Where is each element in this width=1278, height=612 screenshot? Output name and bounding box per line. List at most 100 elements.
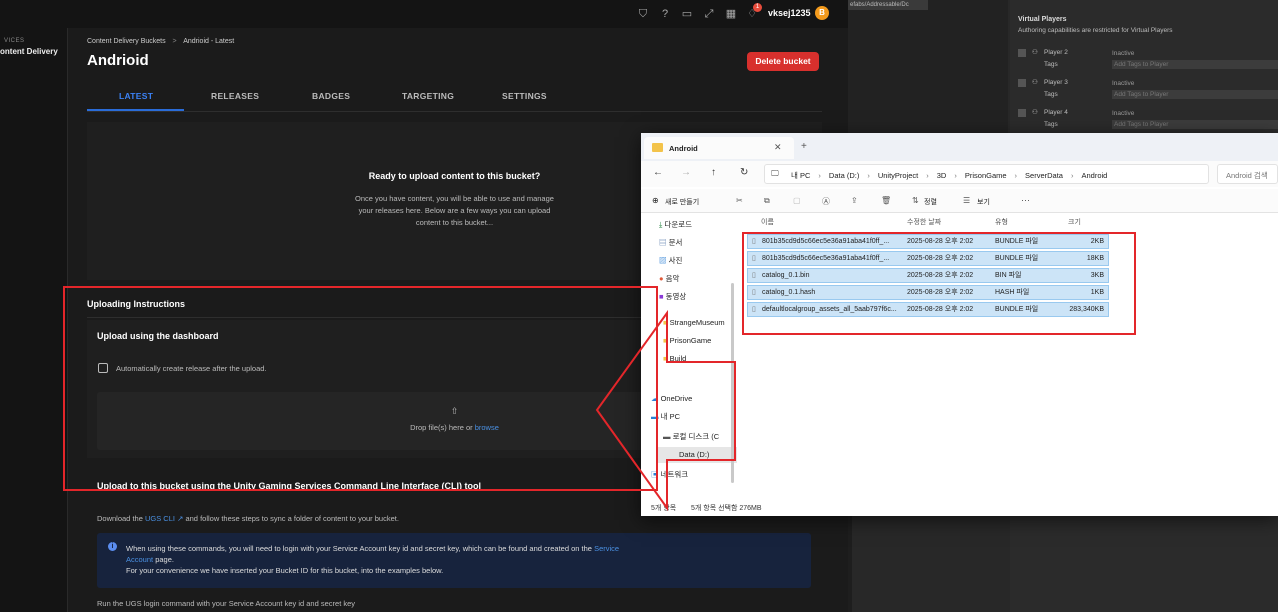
help-icon[interactable]: ? — [658, 7, 672, 21]
crumb[interactable]: ServerData — [1025, 171, 1063, 180]
file-name: catalog_0.1.hash — [762, 289, 816, 296]
breadcrumb-root[interactable]: Content Delivery Buckets — [87, 38, 166, 45]
nav-item-this-pc[interactable]: ▬ 내 PC — [651, 409, 680, 425]
service-account-link[interactable]: Service — [594, 544, 619, 553]
close-tab-icon[interactable]: ✕ — [774, 142, 782, 153]
nav-item-local-disk[interactable]: ▬ 로컬 디스크 (C — [663, 429, 737, 445]
delete-icon[interactable]: 🗑 — [881, 196, 891, 205]
column-type[interactable]: 유형 — [995, 217, 1008, 227]
player-checkbox[interactable] — [1018, 109, 1026, 117]
info-line2: For your convenience we have inserted yo… — [126, 566, 444, 575]
file-name: 801b35cd9d5c66ec5e36a91aba41f0ff_... — [762, 255, 890, 262]
nav-item-downloads[interactable]: ⤓ 다운로드 — [659, 217, 692, 233]
cut-icon[interactable]: ✂ — [736, 196, 743, 205]
info-text: When using these commands, you will need… — [126, 543, 806, 576]
nav-item-videos[interactable]: ■ 동영상 — [659, 289, 686, 305]
refresh-icon[interactable]: ↻ — [740, 167, 748, 178]
tab-settings[interactable]: SETTINGS — [502, 91, 547, 101]
nav-item-music[interactable]: ● 음악 — [659, 271, 679, 287]
docs-icon[interactable]: ▭ — [680, 7, 694, 21]
file-row[interactable]: ▯ 801b35cd9d5c66ec5e36a91aba41f0ff_... 2… — [747, 234, 1109, 249]
nav-item-build[interactable]: ■ Build — [663, 351, 686, 367]
address-input[interactable]: 🖵 내 PC › Data (D:) › UnityProject › 3D › PrisonG… — [764, 164, 1209, 184]
auto-release-checkbox[interactable] — [98, 363, 108, 373]
explorer-tab[interactable]: Android ✕ — [644, 137, 794, 159]
up-icon[interactable]: ↑ — [711, 167, 716, 178]
file-row[interactable]: ▯ catalog_0.1.bin 2025-08-28 오후 2:02 BIN… — [747, 268, 1109, 283]
cli-title: Upload to this bucket using the Unity Ga… — [97, 481, 482, 491]
browse-link[interactable]: browse — [475, 423, 499, 432]
crumb[interactable]: 내 PC — [791, 171, 810, 180]
search-input[interactable]: Android 검색 — [1217, 164, 1278, 184]
new-button[interactable]: 새로 만들기 — [665, 197, 699, 207]
column-size[interactable]: 크기 — [1068, 217, 1081, 227]
vp-title: Virtual Players — [1018, 16, 1067, 23]
forward-icon[interactable]: → — [681, 167, 691, 178]
ugs-cli-link[interactable]: UGS CLI — [145, 514, 175, 523]
crumb[interactable]: Data (D:) — [829, 171, 859, 180]
player-tags-label: Tags — [1044, 91, 1058, 98]
crumb[interactable]: Android — [1081, 171, 1107, 180]
crumb[interactable]: 3D — [937, 171, 947, 180]
breadcrumb-current: Andrioid - Latest — [183, 38, 235, 45]
asset-path: efabs/Addressable/Dc — [848, 0, 928, 10]
sidebar-section-label: VICES — [4, 38, 25, 44]
new-icon[interactable]: ⊕ — [652, 196, 659, 205]
file-type: BIN 파일 — [995, 272, 1022, 279]
expand-icon[interactable]: ⤢ — [702, 7, 716, 21]
virtual-players-panel: Virtual Players Authoring capabilities a… — [1010, 0, 1278, 133]
sort-button[interactable]: 정렬 — [924, 197, 937, 207]
file-name: defaultlocalgroup_assets_all_5aab797f6c.… — [762, 306, 897, 313]
file-size: 2KB — [1090, 238, 1104, 245]
more-icon[interactable]: ⋯ — [1021, 195, 1030, 206]
copy-icon[interactable]: ⧉ — [764, 196, 770, 206]
shield-icon[interactable]: ⛉ — [636, 7, 650, 21]
address-path: 내 PC › Data (D:) › UnityProject › 3D › PrisonGam… — [791, 171, 1108, 180]
file-row[interactable]: ▯ 801b35cd9d5c66ec5e36a91aba41f0ff_... 2… — [747, 251, 1109, 266]
file-row[interactable]: ▯ catalog_0.1.hash 2025-08-28 오후 2:02 HA… — [747, 285, 1109, 300]
drop-text-label: Drop file(s) here or — [410, 423, 473, 432]
view-button[interactable]: 보기 — [977, 197, 990, 207]
file-row[interactable]: ▯ defaultlocalgroup_assets_all_5aab797f6… — [747, 302, 1109, 317]
player-tags-label: Tags — [1044, 121, 1058, 128]
player-checkbox[interactable] — [1018, 49, 1026, 57]
new-tab-icon[interactable]: + — [801, 141, 807, 152]
rename-icon[interactable]: Ⓐ — [822, 196, 830, 207]
sidebar-item-content-delivery[interactable]: ontent Delivery — [0, 47, 58, 56]
info-icon: i — [108, 542, 117, 551]
nav-item-strangemuseum[interactable]: ■ StrangeMuseum — [663, 315, 725, 331]
player-tags-input[interactable]: Add Tags to Player — [1112, 60, 1278, 69]
nav-item-pictures[interactable]: ▨ 사진 — [659, 253, 682, 269]
player-tags-input[interactable]: Add Tags to Player — [1112, 90, 1278, 99]
nav-item-network[interactable]: ▣ 네트워크 — [651, 467, 688, 483]
delete-bucket-button[interactable]: Delete bucket — [747, 52, 819, 71]
avatar[interactable]: B — [815, 6, 829, 20]
back-icon[interactable]: ← — [653, 167, 663, 178]
crumb[interactable]: PrisonGame — [965, 171, 1007, 180]
tab-badges[interactable]: BADGES — [312, 91, 350, 101]
apps-grid-icon[interactable]: ▦ — [724, 7, 738, 21]
player-tags-input[interactable]: Add Tags to Player — [1112, 120, 1278, 129]
nav-item-prisongame[interactable]: ■ PrisonGame — [663, 333, 711, 349]
nav-item-documents[interactable]: ▤ 문서 — [659, 235, 682, 251]
player-checkbox[interactable] — [1018, 79, 1026, 87]
paste-icon[interactable]: ▢ — [793, 196, 801, 205]
column-name[interactable]: 이름 — [761, 217, 774, 227]
unity-editor-panel: efabs/Addressable/Dc Virtual Players Aut… — [848, 0, 1278, 133]
player-row: ⚇ Player 2 Inactive Tags Add Tags to Pla… — [1018, 48, 1278, 78]
sort-icon: ⇅ — [912, 196, 919, 205]
tab-releases[interactable]: RELEASES — [211, 91, 259, 101]
file-icon: ▯ — [752, 272, 756, 279]
tab-targeting[interactable]: TARGETING — [402, 91, 454, 101]
nav-item-onedrive[interactable]: ☁ OneDrive — [651, 391, 692, 407]
nav-item-data-drive[interactable]: Data (D:) — [657, 447, 737, 463]
username[interactable]: vksej1235 — [768, 8, 811, 18]
crumb[interactable]: UnityProject — [878, 171, 918, 180]
service-account-link-2[interactable]: Account — [126, 555, 153, 564]
nav-scrollbar[interactable] — [731, 283, 734, 483]
tab-latest[interactable]: LATEST — [119, 91, 153, 101]
share-icon[interactable]: ⇪ — [851, 196, 858, 205]
status-count: 5개 항목 — [651, 505, 677, 512]
file-date: 2025-08-28 오후 2:02 — [907, 289, 974, 296]
column-date[interactable]: 수정한 날짜 — [907, 217, 941, 227]
